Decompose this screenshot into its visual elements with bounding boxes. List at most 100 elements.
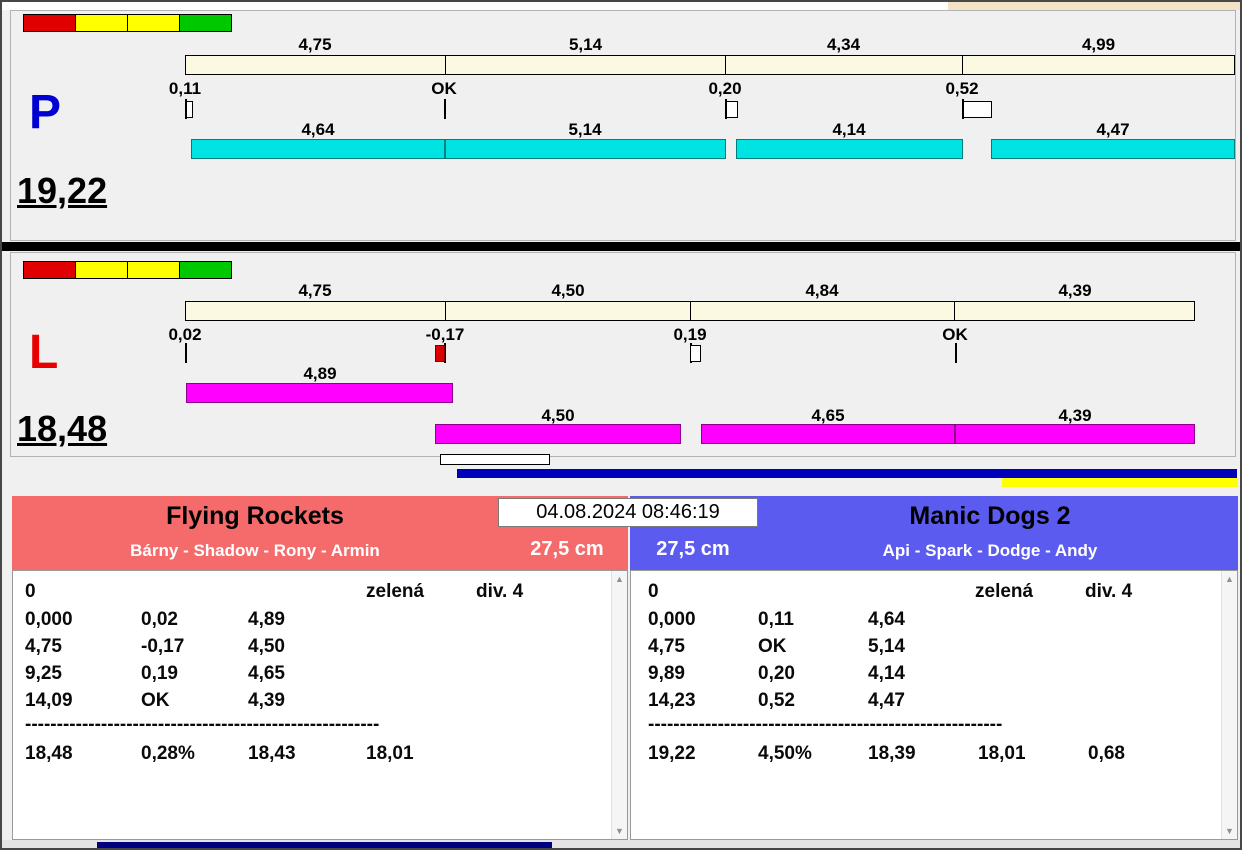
scroll-down-icon[interactable]: ▼ (612, 823, 627, 839)
crossing-time-label: OK (431, 79, 457, 98)
status-light (127, 261, 180, 279)
split-bar-segment (963, 56, 1234, 74)
dog-time-label: 4,14 (832, 120, 866, 139)
results-panel-left[interactable]: 0 zelená div. 4 0,000 0,02 4,89 4,75 -0,… (12, 570, 628, 840)
lane-l-total-time: 18,48 (17, 408, 108, 449)
split-bar-segment (446, 56, 726, 74)
results-panel-right[interactable]: 0 zelená div. 4 0,000 0,11 4,64 4,75 OK … (630, 570, 1238, 840)
results-cell: zelená (975, 581, 1034, 602)
results-cell: 5,14 (868, 636, 905, 657)
results-summary-cell: 4,50% (758, 743, 812, 764)
scrollbar[interactable]: ▲ ▼ (1221, 571, 1237, 839)
dog-run-bar (435, 424, 681, 444)
results-cell: 4,65 (248, 663, 285, 684)
crossing-gap-box (690, 345, 701, 362)
results-cell: 4,75 (25, 636, 62, 657)
split-time-label: 5,14 (568, 35, 603, 54)
crossing-time-label: 0,19 (673, 325, 707, 344)
scrollbar[interactable]: ▲ ▼ (611, 571, 627, 839)
split-time-label: 4,99 (1081, 35, 1116, 54)
bottom-navy-bar (97, 842, 552, 848)
status-light (23, 261, 76, 279)
results-cell: 14,09 (25, 690, 73, 711)
results-cell: OK (758, 636, 787, 657)
split-time-label: 4,75 (298, 281, 332, 300)
dog-run-bar (191, 139, 445, 159)
status-light (179, 261, 232, 279)
lane-l-split-bar (185, 301, 1195, 321)
crossing-time-label: -0,17 (425, 325, 465, 344)
results-cell: div. 4 (476, 581, 524, 602)
lane-p-total-time: 19,22 (17, 170, 108, 211)
top-beige-area (948, 2, 1240, 10)
results-cell: 4,47 (868, 690, 905, 711)
dog-time-label: 4,47 (1096, 120, 1130, 139)
results-summary-cell: 0,28% (141, 743, 195, 764)
team-left-lineup: Bárny - Shadow - Rony - Armin (130, 541, 380, 560)
dog-run-bar (186, 383, 453, 403)
split-bar-segment (186, 302, 446, 320)
crossing-time-label: 0,52 (945, 79, 979, 98)
results-summary-cell: 18,43 (248, 743, 296, 764)
results-cell: OK (141, 690, 170, 711)
split-time-label: 4,84 (805, 281, 839, 300)
team-right-name: Manic Dogs 2 (909, 502, 1071, 530)
lane-l-panel: 4,75 4,50 4,84 4,39 0,02 -0,17 0,19 OK 4… (10, 252, 1236, 457)
results-cell: 4,64 (868, 609, 905, 630)
results-summary-cell: 18,39 (868, 743, 916, 764)
results-cell: zelená (366, 581, 425, 602)
lane-l-status-lights (23, 261, 232, 279)
lane-divider (2, 242, 1240, 251)
lane-l-letter: L (29, 326, 59, 379)
crossing-gap-box (963, 101, 992, 118)
lane-p-status-lights (23, 14, 232, 32)
status-light (75, 261, 128, 279)
status-light (179, 14, 232, 32)
dog-time-label: 4,64 (301, 120, 335, 139)
results-cell: 9,89 (648, 663, 685, 684)
crossing-tick (185, 343, 187, 363)
results-cell: 0,000 (648, 609, 696, 630)
results-cell: 0 (25, 581, 36, 602)
results-summary-cell: 19,22 (648, 743, 696, 764)
results-cell: 0,52 (758, 690, 795, 711)
dog-time-label: 4,39 (1058, 406, 1092, 425)
dog-run-bar (955, 424, 1195, 444)
crossing-tick (955, 343, 957, 363)
results-cell: 4,75 (648, 636, 685, 657)
results-summary-cell: 0,68 (1088, 743, 1125, 764)
timestamp: 04.08.2024 08:46:19 (498, 498, 758, 527)
status-light (23, 14, 76, 32)
results-cell: 0,000 (25, 609, 73, 630)
crossing-gap-box (726, 101, 738, 118)
status-light (127, 14, 180, 32)
crossing-gap-box (186, 101, 193, 118)
crossing-fault-box (435, 345, 445, 362)
lane-p-split-bar (185, 55, 1235, 75)
dog-run-bar (445, 139, 726, 159)
race-progress-bar-blue (457, 469, 1237, 478)
crossing-time-label: 0,11 (168, 79, 202, 98)
split-bar-segment (726, 56, 963, 74)
results-cell: 4,50 (248, 636, 285, 657)
split-time-label: 4,75 (298, 35, 332, 54)
scroll-up-icon[interactable]: ▲ (612, 571, 627, 587)
scroll-up-icon[interactable]: ▲ (1222, 571, 1237, 587)
top-strip (2, 2, 1240, 10)
team-right-lineup: Api - Spark - Dodge - Andy (882, 541, 1098, 560)
team-right-jump-height: 27,5 cm (656, 538, 730, 560)
dog-time-label: 4,65 (811, 406, 845, 425)
split-bar-segment (955, 302, 1194, 320)
bottom-status-bar (2, 840, 1240, 848)
scroll-down-icon[interactable]: ▼ (1222, 823, 1237, 839)
split-time-label: 4,34 (826, 35, 861, 54)
split-bar-segment (691, 302, 955, 320)
results-cell: div. 4 (1085, 581, 1133, 602)
results-cell: 0,20 (758, 663, 795, 684)
crossing-tick (444, 99, 446, 119)
results-cell: 4,14 (868, 663, 905, 684)
results-cell: 0,02 (141, 609, 178, 630)
results-cell: 9,25 (25, 663, 62, 684)
dog-time-label: 4,89 (303, 364, 337, 383)
results-divider: ----------------------------------------… (25, 714, 380, 735)
